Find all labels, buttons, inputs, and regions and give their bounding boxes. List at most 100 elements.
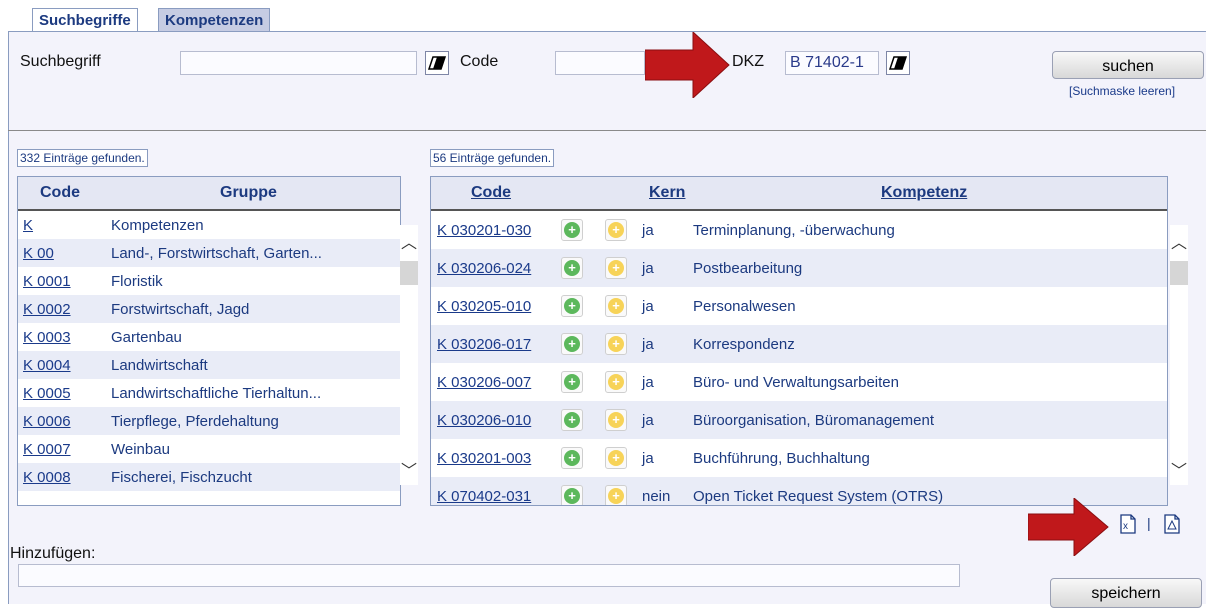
column-header-code[interactable]: Code	[40, 184, 80, 202]
group-code-link[interactable]: K 00	[23, 245, 54, 262]
add-optional-button[interactable]: +	[605, 371, 627, 393]
add-optional-button[interactable]: +	[605, 485, 627, 505]
group-code-link[interactable]: K 0004	[23, 357, 71, 374]
add-core-button[interactable]: +	[561, 333, 583, 355]
table-row[interactable]: K 030201-030 + + ja Terminplanung, -über…	[431, 211, 1167, 249]
group-code-link[interactable]: K 0006	[23, 413, 71, 430]
table-row[interactable]: K Kompetenzen	[18, 211, 400, 239]
table-row[interactable]: K 0008 Fischerei, Fischzucht	[18, 463, 400, 491]
eraser-icon[interactable]	[425, 51, 449, 75]
table-row[interactable]: K 0001 Floristik	[18, 267, 400, 295]
group-code-link[interactable]: K 0008	[23, 469, 71, 486]
red-arrow-icon	[645, 32, 730, 98]
dkz-input[interactable]: B 71402-1	[785, 51, 879, 75]
column-header-kompetenz[interactable]: Kompetenz	[881, 184, 967, 202]
competence-name: Buchführung, Buchhaltung	[693, 450, 870, 467]
competence-code-link[interactable]: K 070402-031	[437, 488, 531, 505]
add-optional-button[interactable]: +	[605, 257, 627, 279]
save-button[interactable]: speichern	[1050, 578, 1202, 608]
tab-kompetenzen[interactable]: Kompetenzen	[158, 8, 271, 32]
table-row[interactable]: K 030206-010 + + ja Büroorganisation, Bü…	[431, 401, 1167, 439]
code-input[interactable]	[555, 51, 645, 75]
kern-value: nein	[642, 488, 671, 505]
chevron-down-icon[interactable]: ﹀	[401, 457, 417, 481]
table-row[interactable]: K 0004 Landwirtschaft	[18, 351, 400, 379]
tab-suchbegriffe[interactable]: Suchbegriffe	[32, 8, 138, 32]
competence-name: Open Ticket Request System (OTRS)	[693, 488, 944, 505]
group-code-link[interactable]: K 0003	[23, 329, 71, 346]
group-name: Floristik	[111, 273, 163, 290]
group-code-link[interactable]: K 0007	[23, 441, 71, 458]
kern-value: ja	[642, 374, 654, 391]
column-header-code[interactable]: Code	[471, 184, 511, 202]
add-core-button[interactable]: +	[561, 295, 583, 317]
add-label: Hinzufügen:	[10, 545, 96, 562]
column-header-gruppe[interactable]: Gruppe	[220, 184, 277, 202]
search-button[interactable]: suchen	[1052, 51, 1204, 79]
table-row[interactable]: K 030205-010 + + ja Personalwesen	[431, 287, 1167, 325]
chevron-up-icon[interactable]: ︿	[1171, 229, 1187, 253]
add-optional-button[interactable]: +	[605, 219, 627, 241]
competence-name: Büroorganisation, Büromanagement	[693, 412, 934, 429]
group-name: Land-, Forstwirtschaft, Garten...	[111, 245, 322, 262]
svg-text:x: x	[1123, 521, 1128, 532]
scrollbar-thumb[interactable]	[400, 261, 418, 285]
red-arrow-icon	[1028, 498, 1109, 556]
kern-value: ja	[642, 336, 654, 353]
table-row[interactable]: K 030206-007 + + ja Büro- und Verwaltung…	[431, 363, 1167, 401]
suchbegriff-input[interactable]	[180, 51, 417, 75]
table-row[interactable]: K 0005 Landwirtschaftliche Tierhaltun...	[18, 379, 400, 407]
plus-green-icon: +	[564, 450, 580, 466]
competence-code-link[interactable]: K 030201-030	[437, 222, 531, 239]
add-input[interactable]	[18, 564, 960, 587]
table-row[interactable]: K 030201-003 + + ja Buchführung, Buchhal…	[431, 439, 1167, 477]
table-row[interactable]: K 0003 Gartenbau	[18, 323, 400, 351]
add-core-button[interactable]: +	[561, 219, 583, 241]
add-optional-button[interactable]: +	[605, 409, 627, 431]
competence-code-link[interactable]: K 030206-024	[437, 260, 531, 277]
group-code-link[interactable]: K 0001	[23, 273, 71, 290]
add-core-button[interactable]: +	[561, 447, 583, 469]
competence-code-link[interactable]: K 030206-007	[437, 374, 531, 391]
group-code-link[interactable]: K 0005	[23, 385, 71, 402]
add-core-button[interactable]: +	[561, 409, 583, 431]
suchbegriff-label: Suchbegriff	[20, 53, 101, 70]
plus-green-icon: +	[564, 222, 580, 238]
table-row[interactable]: K 0006 Tierpflege, Pferdehaltung	[18, 407, 400, 435]
eraser-icon[interactable]	[886, 51, 910, 75]
divider	[8, 130, 1206, 131]
competence-code-link[interactable]: K 030205-010	[437, 298, 531, 315]
add-core-button[interactable]: +	[561, 257, 583, 279]
scrollbar-thumb[interactable]	[1170, 261, 1188, 285]
right-scrollbar[interactable]: ︿ ﹀	[1170, 225, 1188, 485]
kern-value: ja	[642, 298, 654, 315]
table-row[interactable]: K 030206-024 + + ja Postbearbeitung	[431, 249, 1167, 287]
group-code-link[interactable]: K 0002	[23, 301, 71, 318]
competence-code-link[interactable]: K 030206-017	[437, 336, 531, 353]
add-core-button[interactable]: +	[561, 371, 583, 393]
add-optional-button[interactable]: +	[605, 447, 627, 469]
column-header-kern[interactable]: Kern	[649, 184, 685, 202]
chevron-up-icon[interactable]: ︿	[401, 229, 417, 253]
table-row[interactable]: K 0002 Forstwirtschaft, Jagd	[18, 295, 400, 323]
group-name: Fischerei, Fischzucht	[111, 469, 252, 486]
group-name: Kompetenzen	[111, 217, 204, 234]
excel-export-icon[interactable]: x	[1120, 514, 1136, 537]
add-optional-button[interactable]: +	[605, 333, 627, 355]
pdf-export-icon[interactable]	[1164, 514, 1180, 537]
competence-name: Postbearbeitung	[693, 260, 803, 277]
group-code-link[interactable]: K	[23, 217, 33, 234]
kern-value: ja	[642, 450, 654, 467]
left-scrollbar[interactable]: ︿ ﹀	[400, 225, 418, 485]
competence-code-link[interactable]: K 030206-010	[437, 412, 531, 429]
add-core-button[interactable]: +	[561, 485, 583, 505]
table-row[interactable]: K 030206-017 + + ja Korrespondenz	[431, 325, 1167, 363]
table-row[interactable]: K 00 Land-, Forstwirtschaft, Garten...	[18, 239, 400, 267]
chevron-down-icon[interactable]: ﹀	[1171, 457, 1187, 481]
table-row[interactable]: K 0007 Weinbau	[18, 435, 400, 463]
clear-search-link[interactable]: [Suchmaske leeren]	[1069, 84, 1175, 98]
table-header: Code Gruppe	[18, 177, 400, 211]
export-toolbar: x |	[1114, 511, 1206, 541]
add-optional-button[interactable]: +	[605, 295, 627, 317]
competence-code-link[interactable]: K 030201-003	[437, 450, 531, 467]
